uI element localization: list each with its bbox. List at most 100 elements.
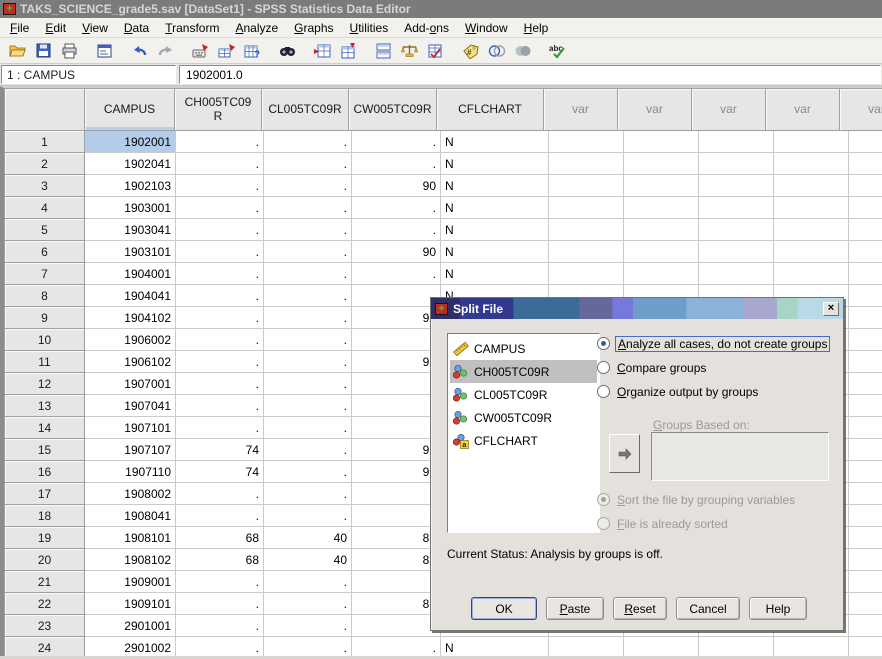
row-header[interactable]: 7 (4, 262, 85, 285)
cell[interactable]: . (176, 307, 264, 329)
cell[interactable] (774, 175, 849, 197)
cell[interactable]: . (264, 373, 352, 395)
cell[interactable]: . (352, 417, 441, 439)
cell[interactable] (624, 197, 699, 219)
column-header-cl005tc09r[interactable]: CL005TC09R (261, 88, 349, 131)
variable-item-cw005tc09r[interactable]: CW005TC09R (450, 406, 597, 429)
menu-utilities[interactable]: Utilities (342, 19, 397, 37)
cell[interactable]: . (352, 505, 441, 527)
cell[interactable] (849, 527, 882, 549)
cell[interactable]: 74 (176, 461, 264, 483)
cell[interactable] (849, 373, 882, 395)
cell[interactable] (849, 241, 882, 263)
row-header[interactable]: 2 (4, 152, 85, 175)
cell[interactable] (849, 307, 882, 329)
cell[interactable]: . (264, 461, 352, 483)
cell[interactable] (699, 197, 774, 219)
cell[interactable]: 1904102 (85, 307, 176, 329)
menu-graphs[interactable]: Graphs (286, 19, 341, 37)
row-header[interactable]: 9 (4, 306, 85, 329)
cell[interactable] (549, 153, 624, 175)
menu-analyze[interactable]: Analyze (227, 19, 286, 37)
cell[interactable]: . (264, 329, 352, 351)
cell[interactable] (849, 637, 882, 656)
variables-icon[interactable]: ? (241, 40, 265, 62)
row-header[interactable]: 21 (4, 570, 85, 593)
cell[interactable] (624, 241, 699, 263)
cell[interactable]: . (176, 285, 264, 307)
cell[interactable]: 1906102 (85, 351, 176, 373)
menu-addons[interactable]: Add-ons (396, 19, 457, 37)
cell[interactable]: 1903001 (85, 197, 176, 219)
menu-edit[interactable]: Edit (37, 19, 74, 37)
cell[interactable]: 1903101 (85, 241, 176, 263)
cell[interactable]: N (441, 131, 549, 153)
cell[interactable] (549, 637, 624, 656)
cell[interactable]: . (352, 637, 441, 656)
cell[interactable] (849, 593, 882, 615)
row-header[interactable]: 8 (4, 284, 85, 307)
menu-data[interactable]: Data (116, 19, 157, 37)
cell[interactable] (849, 505, 882, 527)
menu-window[interactable]: Window (457, 19, 516, 37)
cell[interactable]: 83 (352, 527, 441, 549)
cell[interactable] (699, 263, 774, 285)
menu-view[interactable]: View (74, 19, 116, 37)
row-header[interactable]: 1 (4, 130, 85, 153)
goto-variable-icon[interactable] (215, 40, 239, 62)
use-variable-sets-icon[interactable] (485, 40, 509, 62)
row-header[interactable]: 15 (4, 438, 85, 461)
cell[interactable]: 40 (264, 527, 352, 549)
option-compare[interactable]: Compare groups (597, 359, 830, 376)
cell[interactable]: . (176, 175, 264, 197)
radio-icon[interactable] (597, 517, 610, 530)
cell[interactable]: 1909101 (85, 593, 176, 615)
cell[interactable]: . (264, 153, 352, 175)
radio-icon[interactable] (597, 385, 610, 398)
cell[interactable]: 93 (352, 307, 441, 329)
cell[interactable] (549, 263, 624, 285)
row-header[interactable]: 18 (4, 504, 85, 527)
insert-variable-icon[interactable] (337, 40, 361, 62)
cell[interactable]: 91 (352, 461, 441, 483)
cell[interactable]: 74 (176, 439, 264, 461)
cell[interactable] (774, 131, 849, 153)
cell[interactable]: 1902103 (85, 175, 176, 197)
cell[interactable]: . (352, 615, 441, 637)
cell[interactable]: . (176, 593, 264, 615)
cell[interactable]: 93 (352, 351, 441, 373)
column-header-var[interactable]: var (765, 88, 840, 131)
weight-cases-icon[interactable] (398, 40, 422, 62)
cell[interactable] (699, 131, 774, 153)
option-sort[interactable]: Sort the file by grouping variables (597, 491, 797, 508)
cell[interactable] (624, 131, 699, 153)
cell[interactable]: N (441, 241, 549, 263)
cell[interactable]: . (176, 637, 264, 656)
cell[interactable]: . (264, 197, 352, 219)
cell[interactable] (774, 637, 849, 656)
row-header[interactable]: 14 (4, 416, 85, 439)
cell[interactable] (549, 219, 624, 241)
cell[interactable] (774, 263, 849, 285)
cell[interactable]: N (441, 219, 549, 241)
cell[interactable]: . (264, 263, 352, 285)
row-header[interactable]: 16 (4, 460, 85, 483)
row-header[interactable]: 22 (4, 592, 85, 615)
cell[interactable]: 1903041 (85, 219, 176, 241)
cell[interactable]: 1906002 (85, 329, 176, 351)
cell[interactable]: 1908041 (85, 505, 176, 527)
menu-help[interactable]: Help (516, 19, 557, 37)
cell[interactable] (549, 131, 624, 153)
row-header[interactable]: 24 (4, 636, 85, 656)
cell[interactable]: . (264, 505, 352, 527)
row-header[interactable]: 11 (4, 350, 85, 373)
undo-icon[interactable] (128, 40, 152, 62)
cell[interactable] (699, 153, 774, 175)
goto-case-icon[interactable] (189, 40, 213, 62)
select-cases-icon[interactable] (424, 40, 448, 62)
cell[interactable] (699, 175, 774, 197)
cell[interactable] (849, 263, 882, 285)
reset-button[interactable]: Reset (613, 597, 667, 620)
row-header[interactable]: 12 (4, 372, 85, 395)
cell[interactable] (624, 219, 699, 241)
